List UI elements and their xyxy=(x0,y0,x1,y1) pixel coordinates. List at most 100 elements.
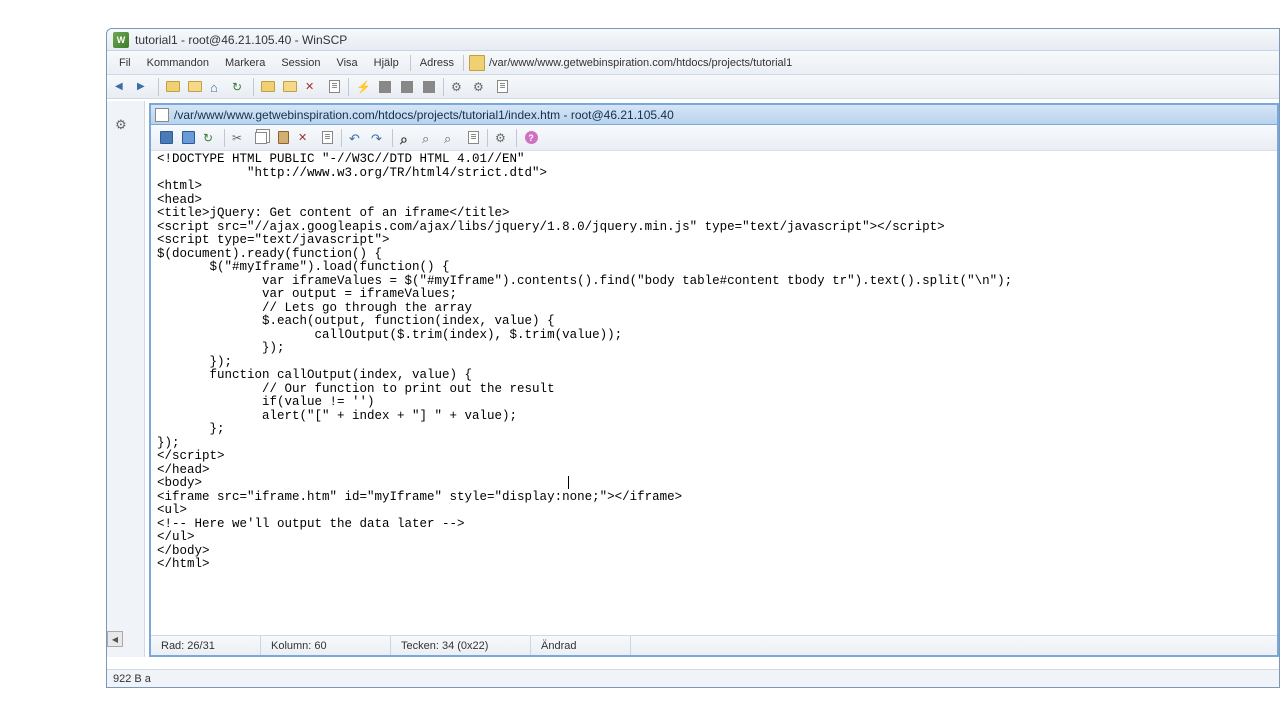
editor-titlebar: /var/www/www.getwebinspiration.com/htdoc… xyxy=(151,105,1277,125)
refresh-icon xyxy=(203,131,217,145)
menubar: Fil Kommandon Markera Session Visa Hjälp… xyxy=(107,51,1279,75)
options-button[interactable] xyxy=(492,77,512,97)
document-icon xyxy=(155,108,169,122)
menu-markera[interactable]: Markera xyxy=(217,54,273,72)
menu-session[interactable]: Session xyxy=(273,54,328,72)
gear-icon[interactable] xyxy=(115,117,131,133)
cut-button[interactable] xyxy=(229,128,249,148)
folder-icon xyxy=(469,55,485,71)
folder-icon xyxy=(188,81,202,92)
goto-button[interactable] xyxy=(463,128,483,148)
separator xyxy=(348,78,349,96)
grid-icon xyxy=(401,81,413,93)
separator xyxy=(463,55,464,71)
reload-button[interactable] xyxy=(200,128,220,148)
separator xyxy=(253,78,254,96)
folder-icon xyxy=(166,81,180,92)
main-toolbar xyxy=(107,75,1279,99)
window-title: tutorial1 - root@46.21.105.40 - WinSCP xyxy=(135,33,347,47)
back-button[interactable] xyxy=(112,77,132,97)
separator xyxy=(443,78,444,96)
editor-toolbar xyxy=(151,125,1277,151)
code-editor[interactable]: <!DOCTYPE HTML PUBLIC "-//W3C//DTD HTML … xyxy=(151,151,1277,635)
doc-icon xyxy=(468,131,479,144)
menu-kommandon[interactable]: Kommandon xyxy=(139,54,217,72)
scroll-left-button[interactable] xyxy=(107,631,123,647)
menu-hjalp[interactable]: Hjälp xyxy=(366,54,407,72)
status-size: 922 B a xyxy=(113,673,151,685)
delete-button[interactable] xyxy=(302,77,322,97)
replace-button[interactable] xyxy=(441,128,461,148)
find-next-button[interactable] xyxy=(419,128,439,148)
new-folder-button[interactable] xyxy=(258,77,278,97)
address-label: Adress xyxy=(414,57,460,69)
undo-icon xyxy=(349,131,363,145)
status-char: Tecken: 34 (0x22) xyxy=(391,636,531,655)
folder-up-button[interactable] xyxy=(185,77,205,97)
separator xyxy=(341,129,342,147)
doc-icon xyxy=(322,131,333,144)
help-button[interactable] xyxy=(521,128,541,148)
grid-icon xyxy=(423,81,435,93)
save-button[interactable] xyxy=(156,128,176,148)
main-window: tutorial1 - root@46.21.105.40 - WinSCP F… xyxy=(106,28,1280,688)
forward-button[interactable] xyxy=(134,77,154,97)
delete-icon xyxy=(305,80,319,94)
copy-button[interactable] xyxy=(251,128,271,148)
refresh-button[interactable] xyxy=(229,77,249,97)
main-statusbar: 922 B a xyxy=(107,669,1279,687)
delete-button[interactable] xyxy=(295,128,315,148)
encoding-button[interactable] xyxy=(492,128,512,148)
folder-icon xyxy=(283,81,297,92)
status-row: Rad: 26/31 xyxy=(151,636,261,655)
copy-icon xyxy=(255,132,267,144)
queue-button[interactable] xyxy=(397,77,417,97)
delete-icon xyxy=(298,131,312,145)
terminal-button[interactable] xyxy=(353,77,373,97)
sync-button[interactable] xyxy=(375,77,395,97)
find-icon xyxy=(400,131,414,145)
forward-icon xyxy=(137,80,151,94)
save-icon xyxy=(160,131,173,144)
separator xyxy=(224,129,225,147)
properties-button[interactable] xyxy=(324,77,344,97)
status-modified: Ändrad xyxy=(531,636,631,655)
back-icon xyxy=(115,80,129,94)
address-path[interactable]: /var/www/www.getwebinspiration.com/htdoc… xyxy=(489,57,792,69)
lightning-icon xyxy=(356,80,370,94)
settings-button[interactable] xyxy=(448,77,468,97)
app-icon xyxy=(113,32,129,48)
editor-window: /var/www/www.getwebinspiration.com/htdoc… xyxy=(149,103,1279,657)
paste-button[interactable] xyxy=(273,128,293,148)
left-gutter xyxy=(107,101,145,657)
gear-icon xyxy=(495,131,509,145)
status-column: Kolumn: 60 xyxy=(261,636,391,655)
gear-icon xyxy=(473,80,487,94)
cut-icon xyxy=(232,131,246,145)
folder-icon xyxy=(261,81,275,92)
list-button[interactable] xyxy=(419,77,439,97)
grid-icon xyxy=(379,81,391,93)
redo-icon xyxy=(371,131,385,145)
separator xyxy=(410,55,411,71)
find-button[interactable] xyxy=(397,128,417,148)
select-all-button[interactable] xyxy=(317,128,337,148)
editor-statusbar: Rad: 26/31 Kolumn: 60 Tecken: 34 (0x22) … xyxy=(151,635,1277,655)
home-button[interactable] xyxy=(207,77,227,97)
undo-button[interactable] xyxy=(346,128,366,148)
menu-visa[interactable]: Visa xyxy=(328,54,365,72)
menu-fil[interactable]: Fil xyxy=(111,54,139,72)
home-icon xyxy=(210,80,224,94)
refresh-icon xyxy=(232,80,246,94)
find-icon xyxy=(444,131,458,145)
saveas-button[interactable] xyxy=(178,128,198,148)
separator xyxy=(487,129,488,147)
preferences-button[interactable] xyxy=(470,77,490,97)
doc-icon xyxy=(329,80,340,93)
redo-button[interactable] xyxy=(368,128,388,148)
gear-icon xyxy=(451,80,465,94)
saveas-icon xyxy=(182,131,195,144)
folder-button[interactable] xyxy=(163,77,183,97)
help-icon xyxy=(525,131,538,144)
new-file-button[interactable] xyxy=(280,77,300,97)
